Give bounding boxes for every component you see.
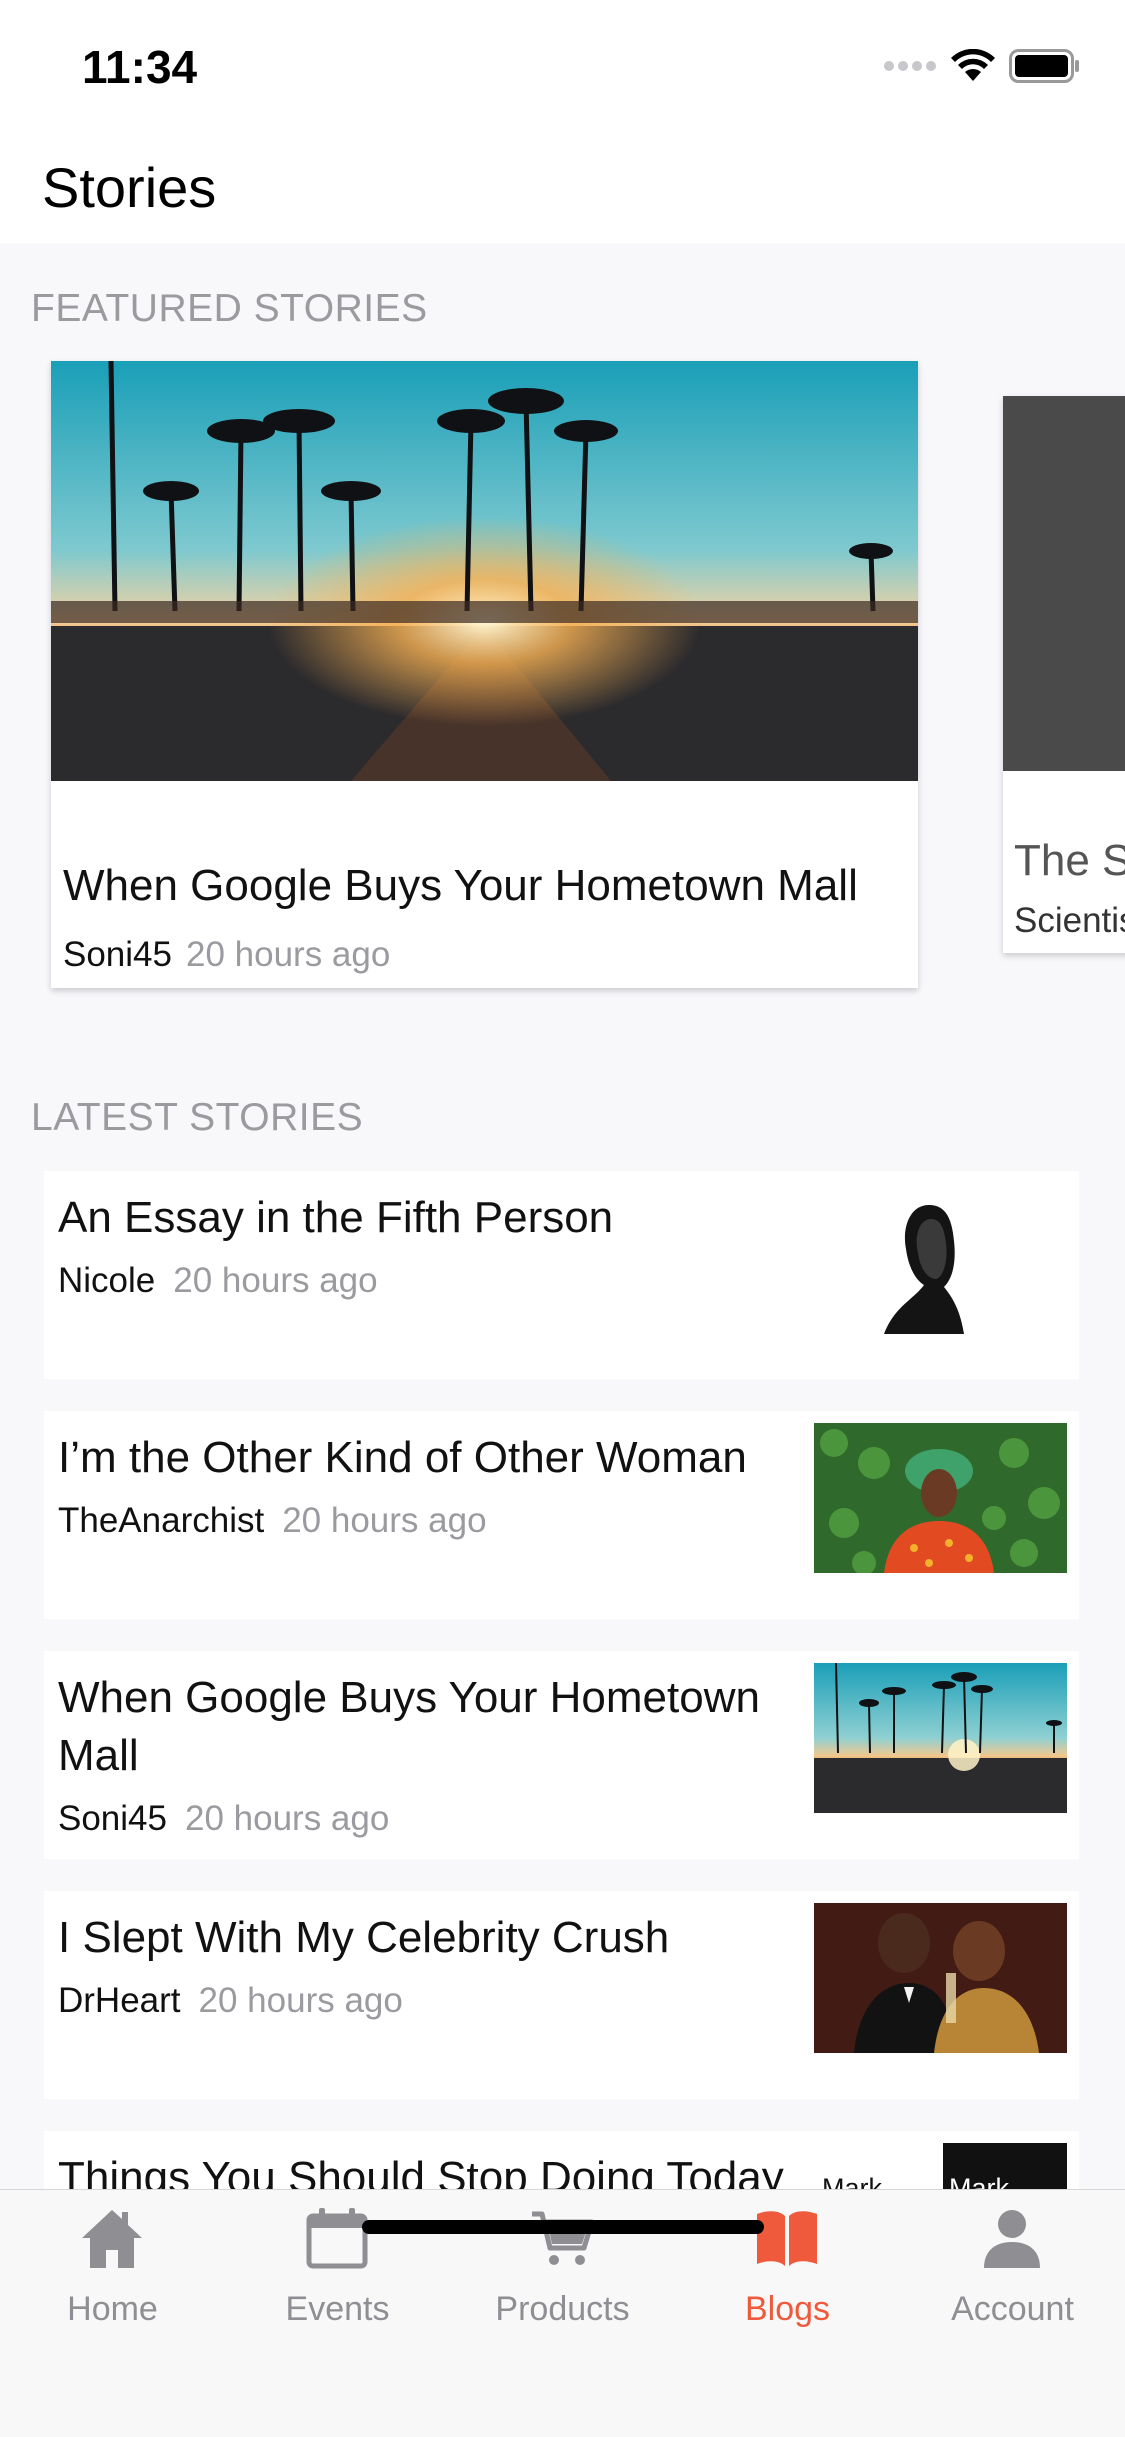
story-list-item[interactable]: An Essay in the Fifth Person Nicole 20 ho… [44, 1171, 1079, 1379]
story-meta: Nicole 20 hours ago [58, 1261, 378, 1301]
story-list-item[interactable]: I Slept With My Celebrity Crush DrHeart 2… [44, 1891, 1079, 2099]
story-list-item[interactable]: Things You Should Stop Doing Today Mark … [44, 2131, 1079, 2189]
story-title: I’m the Other Kind of Other Woman [58, 1433, 747, 1482]
status-bar: 11:34 [0, 0, 1125, 135]
story-title: I Slept With My Celebrity Crush [58, 1913, 670, 1962]
featured-card[interactable]: The Sc Scientis [1003, 396, 1125, 953]
battery-icon [1009, 49, 1079, 83]
featured-image [1003, 396, 1125, 771]
tab-label: Events [285, 2290, 390, 2328]
story-meta: Soni45 20 hours ago [58, 1799, 389, 1839]
featured-card-time: 20 hours ago [185, 935, 391, 974]
status-icons [883, 46, 1081, 86]
story-time: 20 hours ago [173, 1261, 378, 1300]
story-author: Soni45 [58, 1799, 167, 1838]
tab-label: Home [67, 2290, 158, 2328]
stories-scroll-view[interactable]: FEATURED STORIES When Google Buys Your H… [0, 243, 1125, 2189]
tab-blogs[interactable]: Blogs [675, 2190, 900, 2340]
featured-card-title: The Sc [1014, 836, 1125, 885]
tab-label: Blogs [744, 2290, 831, 2328]
story-author: TheAnarchist [58, 1501, 265, 1540]
story-title: Things You Should Stop Doing Today [58, 2153, 784, 2189]
home-indicator[interactable] [362, 2220, 764, 2234]
person-icon [984, 2210, 1040, 2268]
story-title: An Essay in the Fifth Person [58, 1193, 614, 1242]
story-author: Mark [822, 2173, 882, 2189]
story-thumbnail [814, 1189, 1067, 1339]
thumbnail-text: Mark [949, 2173, 1009, 2189]
cart-icon [532, 2211, 594, 2265]
story-thumbnail [814, 1423, 1067, 1573]
story-author: Nicole [58, 1261, 156, 1300]
story-thumbnail: Mark [943, 2143, 1067, 2189]
tab-events[interactable]: Events [225, 2190, 450, 2340]
story-thumbnail [814, 1903, 1067, 2053]
featured-card-meta: Scientis [1014, 901, 1125, 941]
story-thumbnail [814, 1663, 1067, 1813]
story-list-item[interactable]: I’m the Other Kind of Other Woman TheAna… [44, 1411, 1079, 1619]
featured-card-author: Soni45 [63, 935, 172, 974]
featured-card[interactable]: When Google Buys Your Hometown Mall Soni… [51, 361, 918, 988]
signal-icon [884, 61, 936, 71]
tab-home[interactable]: Home [0, 2190, 225, 2340]
story-meta: DrHeart 20 hours ago [58, 1981, 403, 2021]
header: Stories [0, 135, 1125, 243]
tab-label: Account [951, 2290, 1074, 2328]
featured-section-label: FEATURED STORIES [31, 287, 428, 330]
status-time: 11:34 [82, 41, 198, 93]
book-icon [757, 2211, 817, 2266]
tab-products[interactable]: Products [450, 2190, 675, 2340]
tab-account[interactable]: Account [900, 2190, 1125, 2340]
story-author: DrHeart [58, 1981, 181, 2020]
latest-section-label: LATEST STORIES [31, 1096, 364, 1139]
featured-card-title: When Google Buys Your Hometown Mall [63, 861, 858, 910]
featured-image [51, 361, 918, 781]
story-time: 20 hours ago [198, 1981, 403, 2020]
featured-card-meta: Soni45 20 hours ago [63, 935, 390, 975]
calendar-icon [306, 2208, 368, 2269]
story-time: 20 hours ago [184, 1799, 390, 1838]
wifi-icon [951, 49, 995, 81]
tab-label: Products [495, 2290, 630, 2328]
story-title: When Google Buys Your Hometown Mall [58, 1673, 760, 1780]
page-title: Stories [42, 156, 217, 219]
story-list-item[interactable]: When Google Buys Your Hometown Mall Soni… [44, 1651, 1079, 1859]
story-meta: TheAnarchist 20 hours ago [58, 1501, 487, 1541]
home-icon [82, 2210, 142, 2268]
story-time: 20 hours ago [282, 1501, 487, 1540]
featured-card-author: Scientis [1014, 901, 1125, 940]
